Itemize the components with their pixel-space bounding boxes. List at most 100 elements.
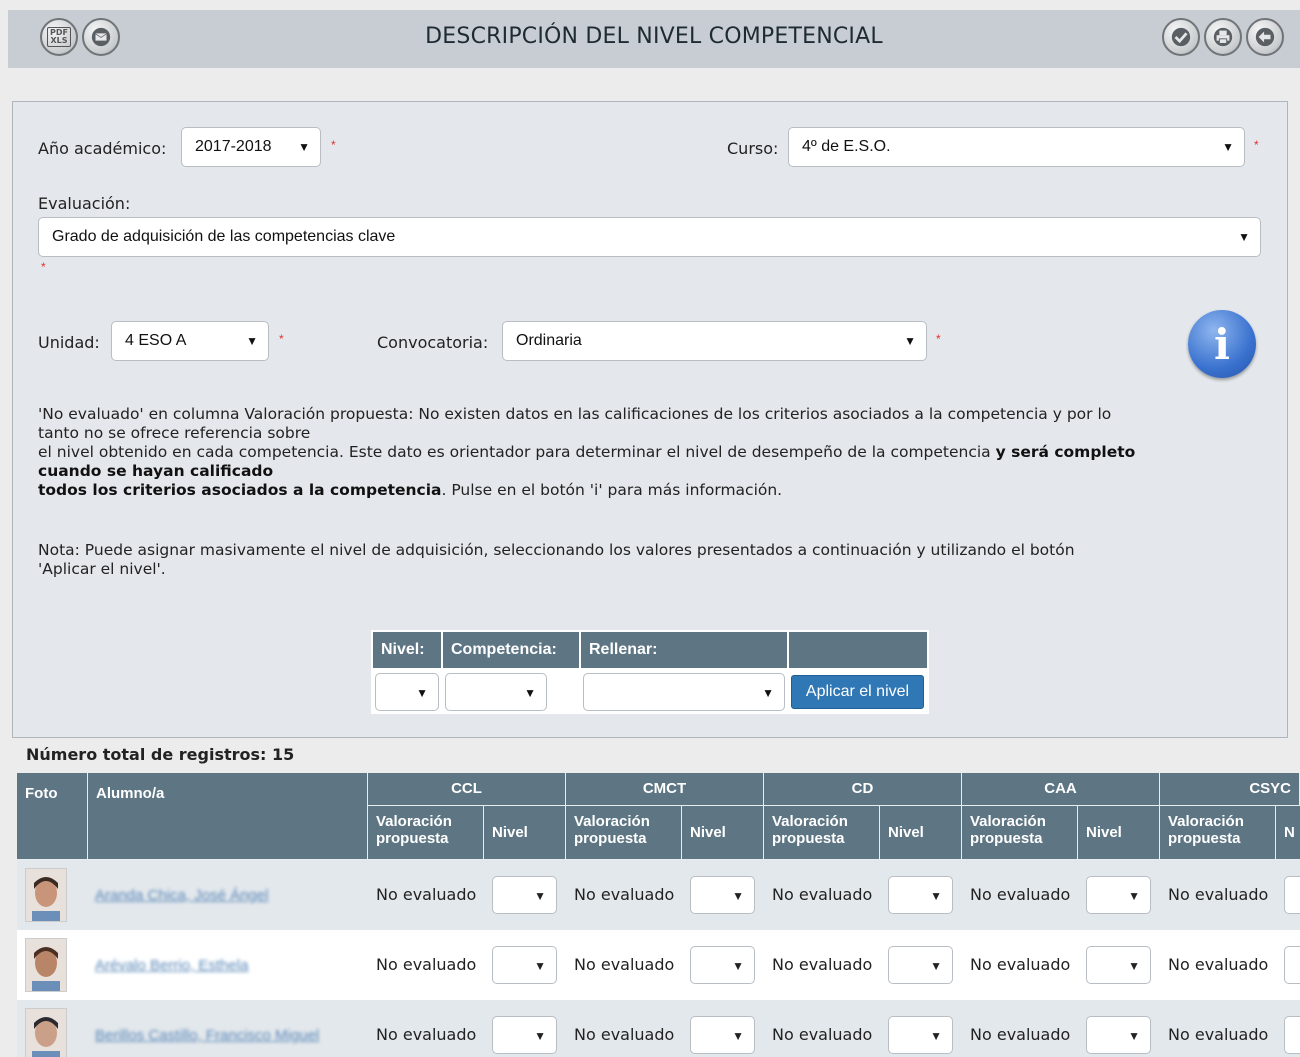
chevron-down-icon: ▼ [732,959,744,973]
chevron-down-icon: ▼ [762,686,774,700]
valoracion-label: Valoración [376,813,452,830]
page-title: DESCRIPCIÓN DEL NIVEL COMPETENCIAL [425,24,883,49]
apply-level-button[interactable]: Aplicar el nivel [791,675,924,709]
filter-panel: Año académico: 2017-2018 ▼ * Curso: 4º d… [12,101,1288,738]
valoracion-header: Valoración propuesta [1160,806,1276,860]
nivel-header: Nivel [880,806,962,860]
unit-select[interactable]: 4 ESO A ▼ [111,321,269,361]
chevron-down-icon: ▼ [904,334,916,348]
note-line: Nota: Puede asignar masivamente el nivel… [38,541,1075,559]
propuesta-label: propuesta [574,830,647,847]
valoracion-label: Valoración [772,813,848,830]
level-select[interactable]: ▼ [888,946,953,984]
nivel-header: Nivel [484,806,566,860]
chevron-down-icon: ▼ [534,1029,546,1043]
required-mark: * [1254,138,1259,152]
proposed-assessment: No evaluado [970,1025,1071,1044]
print-icon[interactable] [1204,18,1242,56]
proposed-assessment: No evaluado [772,885,873,904]
required-mark: * [936,332,941,346]
note-bold: todos los criterios asociados a la compe… [38,481,442,499]
table-row: Arévalo Berrio, Esthela No evaluado ▼ No ev… [17,930,1300,1000]
back-arrow-icon[interactable] [1246,18,1284,56]
unit-value: 4 ESO A [125,332,187,349]
student-name-link[interactable]: Berillos Castillo, Francisco Miguel [95,1027,319,1044]
call-value: Ordinaria [516,332,582,349]
valoracion-header: Valoración propuesta [962,806,1078,860]
proposed-assessment: No evaluado [574,885,675,904]
nivel-header: Nivel [1078,806,1160,860]
note-line: tanto no se ofrece referencia sobre [38,424,311,442]
photo-header: Foto [17,773,88,860]
proposed-assessment: No evaluado [772,955,873,974]
call-label: Convocatoria: [377,333,489,352]
level-select[interactable] [1284,1016,1300,1054]
call-select[interactable]: Ordinaria ▼ [502,321,927,361]
student-name-link[interactable]: Arévalo Berrio, Esthela [95,957,248,974]
chevron-down-icon: ▼ [930,1029,942,1043]
valoracion-header: Valoración propuesta [566,806,682,860]
note-line: 'Aplicar el nivel'. [38,560,166,578]
chevron-down-icon: ▼ [1128,889,1140,903]
evaluation-label: Evaluación: [38,194,131,213]
table-row: Berillos Castillo, Francisco Miguel No ev… [17,1000,1300,1057]
chevron-down-icon: ▼ [298,140,310,154]
propuesta-label: propuesta [376,830,449,847]
mass-nivel-select[interactable]: ▼ [375,673,439,711]
level-select[interactable]: ▼ [492,876,557,914]
student-photo [25,1008,67,1057]
chevron-down-icon: ▼ [1128,1029,1140,1043]
check-icon[interactable] [1162,18,1200,56]
level-select[interactable]: ▼ [690,946,755,984]
level-select[interactable]: ▼ [690,876,755,914]
proposed-assessment: No evaluado [574,1025,675,1044]
competency-header-caa: CAA [962,773,1160,806]
note-line: . Pulse en el botón 'i' para más informa… [441,481,783,499]
level-select[interactable] [1284,876,1300,914]
level-select[interactable]: ▼ [1086,946,1151,984]
propuesta-label: propuesta [772,830,845,847]
info-icon[interactable]: i [1188,310,1256,378]
mass-assign-table: Nivel: Competencia: Rellenar: ▼ ▼ ▼ Apli… [371,630,929,714]
chevron-down-icon: ▼ [732,889,744,903]
course-value: 4º de E.S.O. [802,138,891,155]
level-select[interactable]: ▼ [1086,1016,1151,1054]
level-select[interactable]: ▼ [888,876,953,914]
nivel-header: N [1276,806,1300,860]
chevron-down-icon: ▼ [246,334,258,348]
level-select[interactable]: ▼ [1086,876,1151,914]
evaluation-select[interactable]: Grado de adquisición de las competencias… [38,217,1261,257]
evaluation-note: 'No evaluado' en columna Valoración prop… [38,405,1253,500]
chevron-down-icon: ▼ [930,959,942,973]
level-select[interactable]: ▼ [690,1016,755,1054]
student-header[interactable]: Alumno/a [88,773,368,860]
course-label: Curso: [727,139,779,158]
unit-label: Unidad: [38,333,100,352]
level-select[interactable]: ▼ [492,1016,557,1054]
mass-rellenar-select[interactable]: ▼ [583,673,785,711]
year-select[interactable]: 2017-2018 ▼ [181,127,321,167]
student-name-link[interactable]: Aranda Chica, José Ángel [95,887,268,904]
student-photo [25,938,67,992]
required-mark: * [279,332,284,346]
level-select[interactable] [1284,946,1300,984]
mass-competencia-select[interactable]: ▼ [445,673,547,711]
proposed-assessment: No evaluado [376,955,477,974]
valoracion-label: Valoración [1168,813,1244,830]
level-select[interactable]: ▼ [492,946,557,984]
level-select[interactable]: ▼ [888,1016,953,1054]
valoracion-header: Valoración propuesta [764,806,880,860]
required-mark: * [41,260,46,274]
valoracion-header: Valoración propuesta [368,806,484,860]
year-label: Año académico: [38,139,167,158]
competency-header-csyc: CSYC [1160,773,1300,806]
competencia-header: Competencia: [443,632,579,668]
chevron-down-icon: ▼ [930,889,942,903]
note-line: 'No evaluado' en columna Valoración prop… [38,405,1112,423]
rellenar-header: Rellenar: [581,632,787,668]
course-select[interactable]: 4º de E.S.O. ▼ [788,127,1245,167]
total-records: Número total de registros: 15 [26,745,295,764]
propuesta-label: propuesta [1168,830,1241,847]
proposed-assessment: No evaluado [376,885,477,904]
proposed-assessment: No evaluado [970,955,1071,974]
